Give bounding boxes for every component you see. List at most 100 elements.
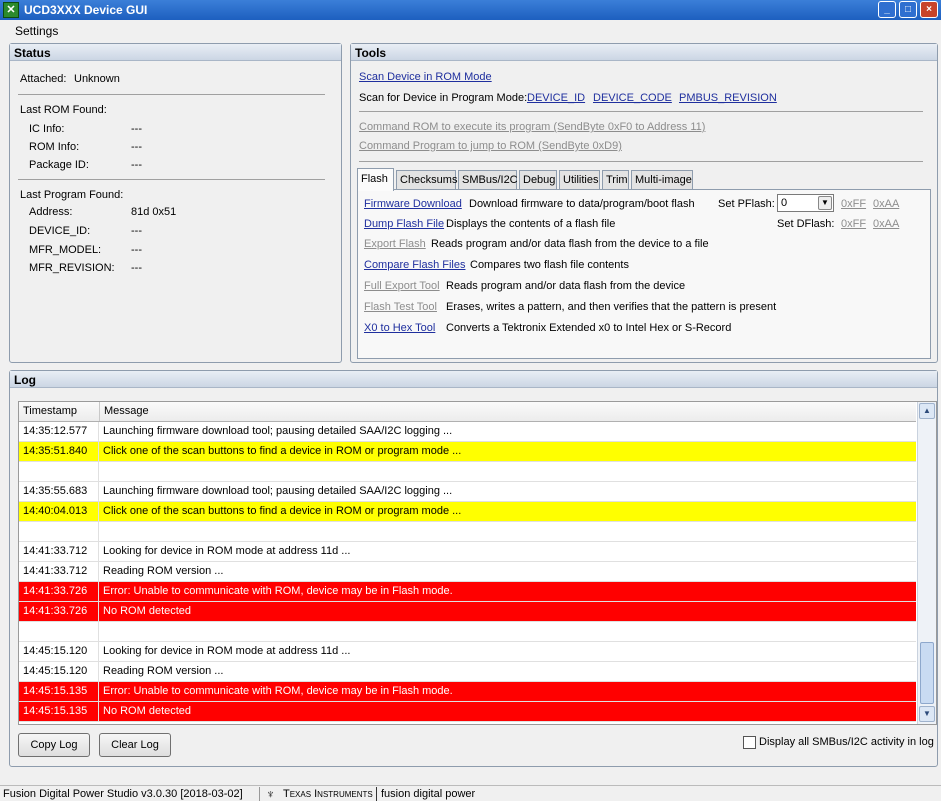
table-row[interactable]: 14:41:33.726 Error: Unable to communicate… [19,582,916,602]
table-row[interactable]: 14:35:12.577 Launching firmware download … [19,422,916,442]
ic-info-label: IC Info: [29,123,65,135]
timestamp-cell [19,622,99,642]
tab-smbus-i2c[interactable]: SMBus/I2C [458,170,518,190]
mfr-model-value: --- [131,244,142,256]
timestamp-cell: 14:35:12.577 [19,422,99,442]
message-cell: Looking for device in ROM mode at addres… [103,645,351,657]
menu-settings[interactable]: Settings [15,24,58,38]
timestamp-cell: 14:41:33.712 [19,542,99,562]
message-cell: Click one of the scan buttons to find a … [103,445,462,457]
timestamp-cell: 14:45:15.135 [19,682,99,702]
pflash-select[interactable]: 0 ▼ [777,194,834,212]
rom-info-label: ROM Info: [29,141,80,153]
maximize-button[interactable]: □ [899,1,917,18]
clear-log-button[interactable]: Clear Log [99,733,171,757]
display-all-label: Display all SMBus/I2C activity in log [759,736,934,748]
flash-test-tool-link[interactable]: Flash Test Tool [364,301,437,313]
scan-device-id-link[interactable]: DEVICE_ID [527,92,585,104]
tab-utilities[interactable]: Utilities [559,170,600,190]
table-row[interactable]: 14:41:33.712 Looking for device in ROM mo… [19,542,916,562]
full-export-tool-desc: Reads program and/or data flash from the… [446,280,686,292]
dump-flash-file-link[interactable]: Dump Flash File [364,218,444,230]
column-timestamp[interactable]: Timestamp [19,402,100,421]
export-flash-desc: Reads program and/or data flash from the… [431,238,709,250]
window-title: UCD3XXX Device GUI [24,3,148,17]
table-row[interactable]: 14:35:51.840 Click one of the scan button… [19,442,916,462]
firmware-download-desc: Download firmware to data/program/boot f… [469,198,695,210]
display-all-checkbox[interactable] [743,736,756,749]
tools-header: Tools [351,44,937,61]
command-program-link[interactable]: Command Program to jump to ROM (SendByte… [359,140,622,152]
ic-info-value: --- [131,123,142,135]
table-row[interactable]: 14:41:33.726 No ROM detected [19,602,916,622]
message-cell [100,622,106,642]
tab-trim[interactable]: Trim [602,170,629,190]
table-row[interactable]: 14:45:15.135 No ROM detected [19,702,916,722]
export-flash-link[interactable]: Export Flash [364,238,426,250]
compare-flash-files-desc: Compares two flash file contents [470,259,629,271]
copy-log-button[interactable]: Copy Log [18,733,90,757]
version-text: Fusion Digital Power Studio v3.0.30 [201… [3,788,243,800]
scan-pmbus-revision-link[interactable]: PMBUS_REVISION [679,92,777,104]
close-button[interactable]: × [920,1,938,18]
message-cell: No ROM detected [103,705,192,717]
timestamp-cell [19,522,99,542]
tab-debug[interactable]: Debug [519,170,557,190]
package-id-value: --- [131,159,142,171]
tool-tabs: Flash Checksums SMBus/I2C Debug Utilitie… [357,168,927,191]
scan-rom-link[interactable]: Scan Device in ROM Mode [359,71,492,83]
mfr-revision-value: --- [131,262,142,274]
scan-device-code-link[interactable]: DEVICE_CODE [593,92,672,104]
log-panel: Log Timestamp Message 14:35:12.577 Launch… [9,370,938,767]
scroll-thumb[interactable] [920,642,934,704]
tab-checksums[interactable]: Checksums [396,170,457,190]
product-text: fusion digital power [381,788,476,800]
compare-flash-files-link[interactable]: Compare Flash Files [364,259,465,271]
timestamp-cell: 14:35:55.683 [19,482,99,502]
command-rom-link[interactable]: Command ROM to execute its program (Send… [359,121,705,133]
timestamp-cell: 14:40:04.013 [19,502,99,522]
tab-multi-image[interactable]: Multi-image [631,170,693,190]
table-row[interactable]: 14:35:55.683 Launching firmware download … [19,482,916,502]
log-header: Log [10,371,937,388]
table-row[interactable] [19,622,916,642]
timestamp-cell: 14:41:33.712 [19,562,99,582]
tab-flash[interactable]: Flash [357,168,394,191]
table-row[interactable]: 14:45:15.120 Reading ROM version ... [19,662,916,682]
minimize-button[interactable]: _ [878,1,896,18]
log-scrollbar[interactable]: ▲ ▼ [917,402,936,724]
table-row[interactable]: 14:41:33.712 Reading ROM version ... [19,562,916,582]
brand-text: Texas Instruments [283,788,373,800]
app-icon: ✕ [3,2,19,18]
scroll-up-icon[interactable]: ▲ [919,403,935,419]
address-label: Address: [29,206,73,218]
dflash-0xaa-link[interactable]: 0xAA [873,218,899,230]
last-program-label: Last Program Found: [20,189,124,201]
pflash-0xaa-link[interactable]: 0xAA [873,198,899,210]
table-row[interactable]: 14:40:04.013 Click one of the scan button… [19,502,916,522]
table-row[interactable] [19,522,916,542]
divider [18,179,325,180]
table-row[interactable]: 14:45:15.135 Error: Unable to communicate… [19,682,916,702]
status-panel: Status Attached: Unknown Last ROM Found:… [9,43,342,363]
table-row[interactable]: 14:45:15.120 Looking for device in ROM mo… [19,642,916,662]
divider [359,111,923,112]
last-rom-label: Last ROM Found: [20,104,107,116]
dflash-0xff-link[interactable]: 0xFF [841,218,866,230]
pflash-select-value: 0 [781,197,788,209]
full-export-tool-link[interactable]: Full Export Tool [364,280,440,292]
dump-flash-file-desc: Displays the contents of a flash file [446,218,616,230]
ti-logo-icon: ♆ [266,787,275,801]
column-message[interactable]: Message [100,402,916,421]
x0-to-hex-tool-link[interactable]: X0 to Hex Tool [364,322,435,334]
set-dflash-label: Set DFlash: [777,218,835,230]
timestamp-cell: 14:45:15.120 [19,662,99,682]
tools-panel: Tools Scan Device in ROM Mode Scan for D… [350,43,938,363]
log-table[interactable]: Timestamp Message 14:35:12.577 Launching … [18,401,937,725]
pflash-0xff-link[interactable]: 0xFF [841,198,866,210]
table-row[interactable] [19,462,916,482]
divider [376,787,377,801]
scroll-down-icon[interactable]: ▼ [919,706,935,722]
mfr-model-label: MFR_MODEL: [29,244,102,256]
firmware-download-link[interactable]: Firmware Download [364,198,462,210]
